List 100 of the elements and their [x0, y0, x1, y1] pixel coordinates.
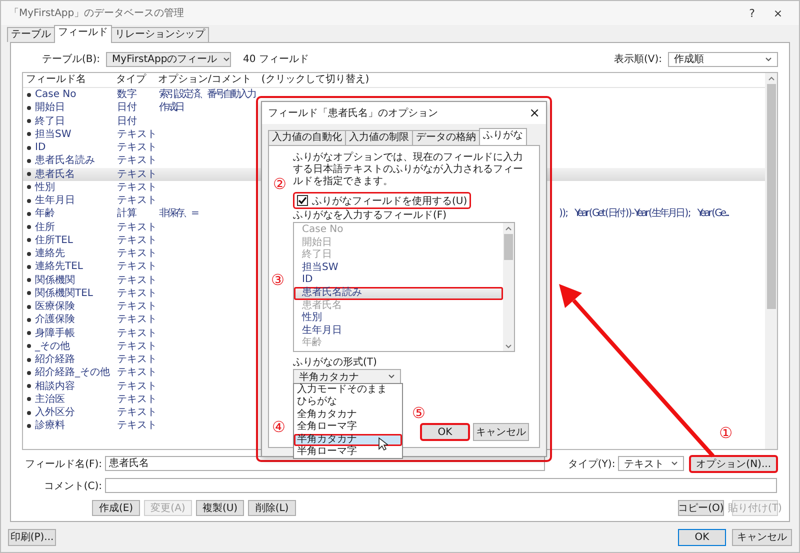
field-type: テキスト — [117, 260, 158, 274]
field-type: テキスト — [117, 194, 158, 208]
tab[interactable]: リレーションシップ — [111, 27, 209, 42]
field-name[interactable]: 連絡先TEL — [35, 260, 117, 274]
scroll-up-icon[interactable] — [505, 226, 512, 231]
dialog-button[interactable]: OK — [678, 528, 726, 546]
field-type: テキスト — [117, 340, 158, 353]
field-name-label: フィールド名(F): — [24, 458, 102, 470]
scrollbar[interactable] — [765, 73, 777, 449]
help-button[interactable]: ? — [739, 6, 765, 20]
table-label: テーブル(B): — [42, 52, 100, 66]
field-option-text: 非保存、= — [159, 208, 198, 220]
checkbox[interactable] — [297, 195, 308, 206]
field-name[interactable]: 関係機関 — [35, 274, 117, 287]
field-name[interactable]: 住所 — [35, 220, 117, 234]
field-type: テキスト — [117, 313, 158, 326]
step-marker: ④ — [272, 420, 286, 435]
sort-dropdown[interactable]: 作成順 — [668, 52, 778, 66]
field-name[interactable]: 連絡先 — [35, 247, 117, 260]
field-name[interactable]: Case No — [35, 88, 117, 102]
action-button[interactable]: 複製(U) — [196, 500, 244, 516]
field-type: テキスト — [117, 274, 158, 287]
dropdown-option[interactable]: 全角カタカナ — [294, 408, 402, 422]
field-type: テキスト — [117, 220, 158, 234]
column-header[interactable]: オプション/コメント (クリックして切り替え) — [158, 73, 765, 87]
action-button[interactable]: 削除(L) — [248, 500, 296, 516]
scrollbar[interactable] — [503, 223, 514, 351]
type-dropdown[interactable]: テキスト — [618, 456, 684, 471]
scroll-thumb[interactable] — [504, 234, 513, 260]
field-name[interactable]: ID — [35, 141, 117, 154]
field-name[interactable]: 関係機関TEL — [35, 286, 117, 300]
field-name[interactable]: 紹介経路_その他 — [35, 366, 117, 380]
column-header[interactable]: フィールド名 — [23, 73, 116, 87]
scroll-down-icon[interactable] — [505, 344, 512, 349]
column-header[interactable]: タイプ — [116, 73, 158, 87]
field-type: テキスト — [117, 234, 158, 247]
field-name[interactable]: 性別 — [35, 180, 117, 194]
field-name[interactable]: 年齢 — [35, 207, 117, 220]
list-item[interactable]: 生年月日 — [294, 324, 503, 338]
dropdown-option[interactable]: 全角ローマ字 — [294, 421, 402, 434]
field-name[interactable]: 生年月日 — [35, 194, 117, 208]
field-name[interactable]: 患者氏名読み — [35, 154, 117, 168]
dialog-title: フィールド「患者氏名」のオプション — [268, 106, 439, 120]
tab[interactable]: データの格納 — [412, 130, 480, 145]
field-name[interactable]: 主治医 — [35, 392, 117, 406]
list-item[interactable]: 患者氏名読み — [294, 286, 503, 300]
list-item[interactable]: 性別 — [294, 312, 503, 325]
list-item[interactable]: 担当SW — [294, 262, 503, 274]
dropdown-option[interactable]: ひらがな — [294, 396, 402, 409]
format-dropdown[interactable]: 半角カタカナ — [293, 369, 401, 384]
field-type: テキスト — [117, 406, 158, 420]
field-name[interactable]: 診療料 — [35, 419, 117, 432]
field-type: テキスト — [117, 392, 158, 406]
dialog-button[interactable]: キャンセル — [473, 423, 529, 441]
field-name[interactable]: 医療保険 — [35, 300, 117, 314]
field-type: 日付 — [117, 101, 138, 114]
dropdown-option[interactable]: 入力モードそのまま — [294, 384, 402, 396]
dialog-button[interactable]: OK — [420, 423, 470, 441]
field-type: テキスト — [117, 366, 158, 380]
options-button[interactable]: オプション(N)... — [689, 454, 778, 472]
field-option-text: ) ) ; — [559, 208, 567, 220]
field-name[interactable]: 患者氏名 — [35, 168, 117, 181]
field-type: テキスト — [117, 300, 158, 314]
description-text: ふりがなオプションでは、現在のフィールドに入力する日本語テキストのふりがなが入力されるフィールドを指定できます。 — [293, 152, 524, 188]
clipboard-button[interactable]: コピー(O) — [678, 500, 724, 516]
field-name[interactable]: 終了日 — [35, 114, 117, 128]
close-button[interactable]: × — [529, 106, 540, 120]
print-button[interactable]: 印刷(P)... — [8, 528, 56, 546]
tab[interactable]: フィールド — [54, 25, 112, 43]
tab[interactable]: テーブル — [7, 27, 55, 42]
format-label: ふりがなの形式(T) — [293, 357, 378, 369]
field-name[interactable]: 介護保険 — [35, 313, 117, 326]
close-button[interactable]: × — [765, 6, 791, 20]
type-label: タイプ(Y): — [568, 458, 616, 470]
field-type: テキスト — [117, 154, 158, 168]
scroll-thumb[interactable] — [766, 84, 776, 309]
tab[interactable]: 入力値の制限 — [345, 130, 413, 145]
field-name[interactable]: 担当SW — [35, 128, 117, 141]
table-dropdown[interactable]: MyFirstAppのフィール — [106, 52, 232, 66]
field-name[interactable]: _その他 — [35, 340, 117, 353]
field-name[interactable]: 紹介経路 — [35, 353, 117, 366]
dropdown-option[interactable]: 半角ローマ字 — [294, 446, 402, 458]
tab[interactable]: ふりがな — [479, 128, 527, 146]
action-button[interactable]: 作成(E) — [92, 500, 140, 516]
field-type: 数字 — [117, 88, 138, 102]
field-name[interactable]: 住所TEL — [35, 234, 117, 247]
field-name[interactable]: 身障手帳 — [35, 326, 117, 340]
comment-input[interactable] — [105, 478, 777, 493]
list-item[interactable]: ID — [294, 274, 503, 287]
field-name[interactable]: 開始日 — [35, 101, 117, 114]
field-type: テキスト — [117, 286, 158, 300]
field-name[interactable]: 相談内容 — [35, 380, 117, 393]
field-name[interactable]: 入外区分 — [35, 406, 117, 420]
caret-icon — [765, 56, 772, 62]
dialog-button[interactable]: キャンセル — [732, 528, 792, 546]
scroll-up-icon[interactable] — [768, 76, 774, 81]
tab[interactable]: 入力値の自動化 — [268, 130, 346, 145]
field-option-text: 作成日 — [159, 102, 183, 114]
step-marker: ① — [719, 426, 733, 440]
use-furigana-checkbox[interactable]: ふりがなフィールドを使用する(U) — [293, 192, 472, 209]
